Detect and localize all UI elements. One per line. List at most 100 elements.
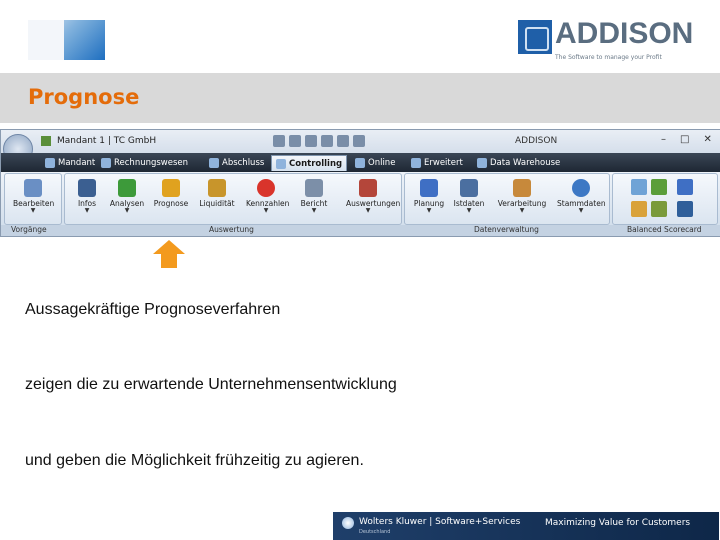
tab-data-warehouse[interactable]: Data Warehouse bbox=[473, 155, 564, 171]
tab-rechnungswesen[interactable]: Rechnungswesen bbox=[97, 155, 192, 171]
tab-label: Rechnungswesen bbox=[114, 158, 189, 168]
footer-claim: Maximizing Value for Customers bbox=[545, 518, 691, 528]
ribbon-group-labels: Vorgänge Auswertung Datenverwaltung Bala… bbox=[1, 225, 720, 236]
ribbon-group-datenverwaltung: Planung ▼ Istdaten ▼ Verarbeitung ▼ Stam… bbox=[404, 173, 610, 225]
footer-brand: Wolters Kluwer | Software+Services bbox=[359, 517, 521, 527]
corporate-logo-square bbox=[28, 20, 105, 60]
scorecard-list-icon[interactable] bbox=[651, 201, 667, 217]
liquidity-icon bbox=[208, 179, 226, 197]
minimize-button[interactable]: – bbox=[661, 134, 666, 145]
tab-abschluss[interactable]: Abschluss bbox=[205, 155, 268, 171]
addison-logo-tagline: The Software to manage your Profit bbox=[555, 54, 662, 61]
planning-arrow-icon bbox=[420, 179, 438, 197]
ribbon-group-auswertung: Infos ▼ Analysen ▼ Prognose Liquidität K… bbox=[64, 173, 402, 225]
close-button[interactable]: ✕ bbox=[703, 134, 711, 145]
chevron-down-icon: ▼ bbox=[365, 207, 371, 214]
chevron-down-icon: ▼ bbox=[311, 207, 317, 214]
window-controls: – □ ✕ bbox=[661, 134, 712, 145]
ribbon-group-balanced-scorecard bbox=[612, 173, 718, 225]
tab-label: Online bbox=[368, 158, 396, 168]
tab-label: Mandant bbox=[58, 158, 96, 168]
ribbon-button-istdaten[interactable]: Istdaten ▼ bbox=[449, 177, 489, 215]
quick-access-save-icon[interactable] bbox=[41, 136, 51, 146]
tab-label: Erweitert bbox=[424, 158, 463, 168]
chevron-down-icon: ▼ bbox=[84, 207, 90, 214]
chevron-down-icon: ▼ bbox=[466, 207, 472, 214]
warehouse-icon bbox=[477, 158, 487, 168]
ribbon-button-prognose[interactable]: Prognose bbox=[151, 177, 191, 215]
chevron-down-icon: ▼ bbox=[519, 207, 525, 214]
chevron-down-icon: ▼ bbox=[30, 207, 36, 214]
chevron-down-icon: ▼ bbox=[263, 207, 269, 214]
group-label-balanced-scorecard: Balanced Scorecard bbox=[627, 225, 702, 234]
ribbon-button-auswertungen[interactable]: Auswertungen ▼ bbox=[346, 177, 400, 215]
ribbon-button-bearbeiten[interactable]: Bearbeiten ▼ bbox=[13, 177, 54, 215]
master-data-icon bbox=[572, 179, 590, 197]
tab-erweitert[interactable]: Erweitert bbox=[407, 155, 467, 171]
ribbon-button-stammdaten[interactable]: Stammdaten ▼ bbox=[557, 177, 606, 215]
app-screenshot: Mandant 1 | TC GmbH ADDISON – □ ✕ Mandan… bbox=[0, 129, 720, 237]
actual-data-icon bbox=[460, 179, 478, 197]
evaluations-icon bbox=[359, 179, 377, 197]
addison-logo-word: ADDISON bbox=[555, 17, 694, 50]
tab-online[interactable]: Online bbox=[351, 155, 399, 171]
group-label-datenverwaltung: Datenverwaltung bbox=[474, 225, 539, 234]
line-chart-icon[interactable] bbox=[631, 179, 647, 195]
body-text-line-2: zeigen die zu erwartende Unternehmensent… bbox=[25, 376, 397, 393]
ribbon-button-verarbeitung[interactable]: Verarbeitung ▼ bbox=[497, 177, 547, 215]
ribbon-button-label: Prognose bbox=[153, 199, 189, 208]
gear-icon bbox=[411, 158, 421, 168]
maximize-button[interactable]: □ bbox=[680, 134, 689, 145]
quick-access-toolbar bbox=[273, 135, 365, 147]
tab-mandant[interactable]: Mandant bbox=[41, 155, 99, 171]
print-icon[interactable] bbox=[273, 135, 285, 147]
help-icon[interactable] bbox=[353, 135, 365, 147]
target-icon bbox=[257, 179, 275, 197]
body-text-line-3: und geben die Möglichkeit frühzeitig zu … bbox=[25, 452, 364, 469]
scorecard-image-icon[interactable] bbox=[631, 201, 647, 217]
processing-icon bbox=[513, 179, 531, 197]
traffic-light-icon bbox=[118, 179, 136, 197]
ribbon-button-liquiditaet[interactable]: Liquidität bbox=[197, 177, 237, 215]
report-icon bbox=[305, 179, 323, 197]
body-text-line-1: Aussagekräftige Prognoseverfahren bbox=[25, 301, 281, 318]
clock-icon[interactable] bbox=[321, 135, 333, 147]
chevron-down-icon: ▼ bbox=[124, 207, 130, 214]
app-title-bar: Mandant 1 | TC GmbH ADDISON – □ ✕ bbox=[1, 130, 720, 153]
tab-label: Controlling bbox=[289, 158, 343, 169]
chevron-down-icon: ▼ bbox=[426, 207, 432, 214]
ribbon: Bearbeiten ▼ Infos ▼ Analysen ▼ Prognose bbox=[1, 172, 720, 225]
footer-brand-sub: Deutschland bbox=[359, 529, 391, 535]
addison-logo: ADDISON The Software to manage your Prof… bbox=[518, 17, 694, 64]
wolters-kluwer-logo-icon bbox=[342, 517, 354, 529]
page-title: Prognose bbox=[28, 85, 140, 109]
scorecard-bars-icon[interactable] bbox=[651, 179, 667, 195]
title-bar: Prognose bbox=[0, 73, 720, 123]
scorecard-flow-icon[interactable] bbox=[677, 179, 693, 195]
tab-controlling[interactable]: Controlling bbox=[271, 155, 348, 171]
up-arrow-icon bbox=[153, 240, 185, 268]
printer-icon[interactable] bbox=[289, 135, 301, 147]
info-icon bbox=[78, 179, 96, 197]
ribbon-button-analysen[interactable]: Analysen ▼ bbox=[107, 177, 147, 215]
ribbon-button-bericht[interactable]: Bericht ▼ bbox=[294, 177, 334, 215]
ribbon-button-label: Liquidität bbox=[199, 199, 235, 208]
closing-icon bbox=[209, 158, 219, 168]
calendar-icon[interactable] bbox=[337, 135, 349, 147]
tab-label: Data Warehouse bbox=[490, 158, 561, 168]
ribbon-button-planung[interactable]: Planung ▼ bbox=[409, 177, 449, 215]
edit-icon bbox=[24, 179, 42, 197]
export-icon[interactable] bbox=[305, 135, 317, 147]
app-name: ADDISON bbox=[515, 136, 558, 146]
ribbon-group-vorgaenge: Bearbeiten ▼ bbox=[4, 173, 62, 225]
ribbon-button-kennzahlen[interactable]: Kennzahlen ▼ bbox=[246, 177, 289, 215]
scorecard-settings-icon[interactable] bbox=[677, 201, 693, 217]
ribbon-tabs: Mandant Rechnungswesen Abschluss Control… bbox=[1, 153, 720, 172]
addison-logo-mark-icon bbox=[518, 20, 552, 54]
globe-icon bbox=[355, 158, 365, 168]
client-icon bbox=[45, 158, 55, 168]
controlling-icon bbox=[276, 158, 286, 169]
ribbon-button-infos[interactable]: Infos ▼ bbox=[67, 177, 107, 215]
group-label-vorgaenge: Vorgänge bbox=[11, 225, 47, 234]
footer-banner: Wolters Kluwer | Software+Services Deuts… bbox=[333, 512, 719, 540]
